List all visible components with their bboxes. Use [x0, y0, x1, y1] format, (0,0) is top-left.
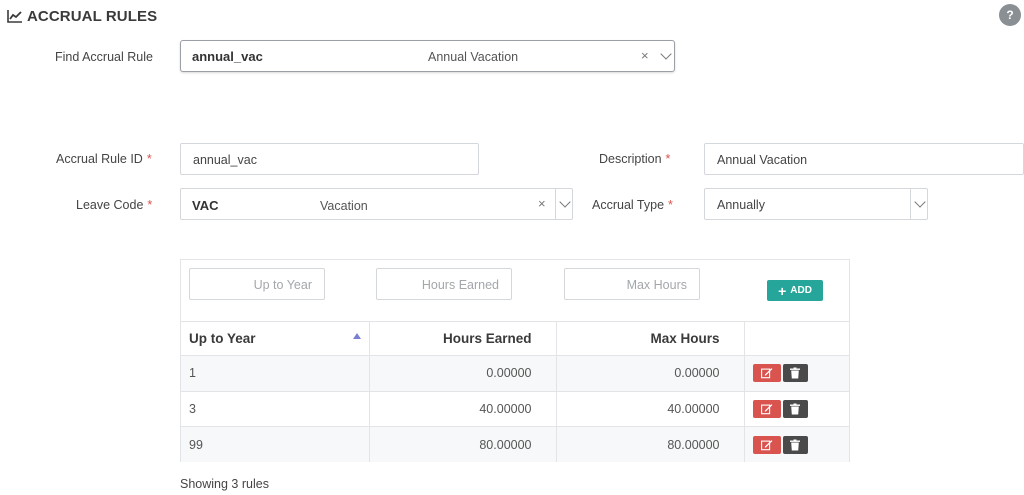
- page-header: ACCRUAL RULES: [7, 6, 157, 26]
- select-divider: [910, 189, 911, 219]
- required-marker: *: [147, 198, 153, 212]
- trash-icon: [790, 439, 800, 450]
- leave-code-clear-icon[interactable]: ×: [538, 196, 546, 211]
- accrual-rules-panel: Up to Year Hours Earned Max Hours + ADD …: [180, 259, 850, 462]
- hours-earned-filter-input[interactable]: Hours Earned: [376, 268, 512, 300]
- column-header-hours-earned[interactable]: Hours Earned: [369, 321, 557, 356]
- showing-count-text: Showing 3 rules: [180, 477, 269, 491]
- accrual-type-select[interactable]: Annually: [704, 188, 928, 220]
- cell-hours-earned: 40.00000: [369, 390, 557, 427]
- cell-actions: [744, 355, 849, 391]
- edit-icon: [760, 439, 772, 450]
- find-rule-chevron-down-icon[interactable]: [660, 48, 672, 60]
- cell-up-to-year: 99: [181, 426, 370, 462]
- accrual-type-label: Accrual Type *: [592, 198, 673, 212]
- required-marker: *: [668, 198, 673, 212]
- rule-id-label: Accrual Rule ID *: [56, 152, 152, 166]
- find-rule-description: Annual Vacation: [428, 50, 519, 64]
- cell-actions: [744, 390, 849, 427]
- help-button[interactable]: ?: [999, 4, 1021, 26]
- description-value: Annual Vacation: [717, 153, 808, 167]
- find-rule-clear-icon[interactable]: ×: [641, 48, 649, 63]
- line-chart-icon: [7, 10, 22, 23]
- column-header-actions: [744, 321, 849, 356]
- required-marker: *: [665, 152, 671, 166]
- cell-up-to-year: 3: [181, 390, 370, 427]
- rule-id-input[interactable]: annual_vac: [180, 143, 479, 175]
- rules-table: Up to Year Hours Earned Max Hours 1 0.00…: [181, 321, 849, 462]
- cell-max-hours: 0.00000: [556, 355, 745, 391]
- edit-icon: [760, 368, 772, 379]
- add-rule-button[interactable]: + ADD: [767, 280, 823, 301]
- leave-code-select[interactable]: VAC Vacation ×: [180, 188, 573, 220]
- plus-icon: +: [778, 282, 787, 299]
- edit-icon: [760, 403, 772, 415]
- select-divider: [555, 189, 556, 219]
- table-row: 1 0.00000 0.00000: [181, 355, 849, 391]
- find-rule-label: Find Accrual Rule: [55, 50, 153, 64]
- table-header-row: Up to Year Hours Earned Max Hours: [181, 321, 849, 356]
- trash-icon: [790, 367, 800, 379]
- column-header-up-to-year[interactable]: Up to Year: [181, 321, 370, 356]
- edit-row-button[interactable]: [752, 435, 781, 454]
- table-row: 99 80.00000 80.00000: [181, 426, 849, 462]
- cell-hours-earned: 80.00000: [369, 426, 557, 462]
- max-hours-filter-input[interactable]: Max Hours: [564, 268, 700, 300]
- table-row: 3 40.00000 40.00000: [181, 390, 849, 427]
- page-title: ACCRUAL RULES: [27, 7, 158, 25]
- cell-actions: [744, 426, 849, 462]
- cell-max-hours: 40.00000: [556, 390, 745, 427]
- cell-hours-earned: 0.00000: [369, 355, 557, 391]
- accrual-type-chevron-down-icon[interactable]: [914, 196, 926, 208]
- leave-code-code: VAC: [192, 198, 219, 213]
- edit-row-button[interactable]: [752, 364, 781, 383]
- column-header-max-hours[interactable]: Max Hours: [556, 321, 745, 356]
- cell-max-hours: 80.00000: [556, 426, 745, 462]
- accrual-type-value: Annually: [717, 198, 765, 212]
- leave-code-label: Leave Code *: [76, 198, 153, 212]
- delete-row-button[interactable]: [782, 399, 808, 418]
- find-rule-select[interactable]: annual_vac Annual Vacation ×: [180, 40, 675, 72]
- rule-id-value: annual_vac: [193, 153, 257, 167]
- edit-row-button[interactable]: [752, 399, 781, 418]
- leave-code-chevron-down-icon[interactable]: [559, 196, 571, 208]
- delete-row-button[interactable]: [782, 435, 808, 454]
- delete-row-button[interactable]: [782, 364, 808, 383]
- required-marker: *: [146, 152, 152, 166]
- find-rule-code: annual_vac: [192, 49, 263, 64]
- trash-icon: [790, 403, 800, 415]
- leave-code-name: Vacation: [320, 199, 368, 213]
- up-to-year-filter-input[interactable]: Up to Year: [189, 268, 325, 300]
- cell-up-to-year: 1: [181, 355, 370, 391]
- description-input[interactable]: Annual Vacation: [704, 143, 1024, 175]
- sort-ascending-icon[interactable]: [352, 333, 361, 339]
- description-label: Description *: [599, 152, 671, 166]
